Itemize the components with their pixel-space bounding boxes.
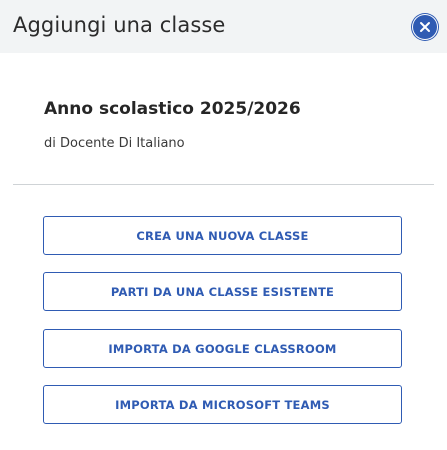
school-year-title: Anno scolastico 2025/2026 (44, 99, 301, 119)
close-button[interactable] (413, 15, 437, 39)
dialog-header: Aggiungi una classe (0, 0, 447, 53)
start-from-existing-class-button[interactable]: PARTI DA UNA CLASSE ESISTENTE (43, 272, 402, 311)
create-new-class-button[interactable]: CREA UNA NUOVA CLASSE (43, 216, 402, 255)
import-microsoft-teams-button[interactable]: IMPORTA DA MICROSOFT TEAMS (43, 385, 402, 424)
import-google-classroom-button[interactable]: IMPORTA DA GOOGLE CLASSROOM (43, 329, 402, 368)
dialog-title: Aggiungi una classe (13, 13, 226, 37)
add-class-dialog: Aggiungi una classe Anno scolastico 2025… (0, 0, 447, 450)
divider (13, 184, 434, 185)
teacher-name: di Docente Di Italiano (44, 136, 185, 151)
close-icon (420, 22, 430, 32)
